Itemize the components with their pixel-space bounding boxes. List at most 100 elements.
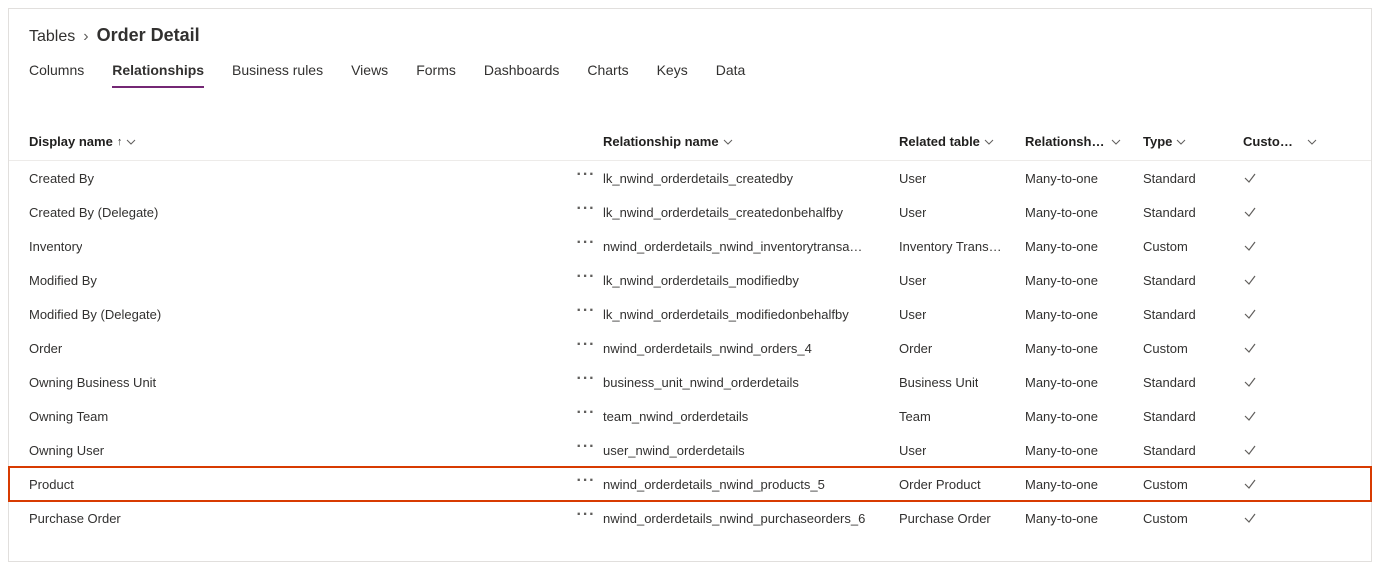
tab-relationships[interactable]: Relationships <box>112 56 204 88</box>
tab-business-rules[interactable]: Business rules <box>232 56 323 88</box>
chevron-down-icon[interactable] <box>126 137 136 147</box>
check-icon <box>1243 205 1257 219</box>
cell-relationship-type: Many-to-one <box>1025 205 1098 220</box>
cell-relationship-name: lk_nwind_orderdetails_createdby <box>603 171 793 186</box>
chevron-down-icon[interactable] <box>1307 137 1317 147</box>
column-header-label: Type <box>1143 134 1172 149</box>
cell-related-table: User <box>899 307 926 322</box>
cell-relationship-name: nwind_orderdetails_nwind_orders_4 <box>603 341 812 356</box>
cell-relationship-name: business_unit_nwind_orderdetails <box>603 375 799 390</box>
column-header-label: Related table <box>899 134 980 149</box>
more-actions-button[interactable]: ··· <box>569 171 603 185</box>
column-header-customizable[interactable]: Custom… <box>1243 134 1351 149</box>
cell-display-name: Product <box>29 477 74 492</box>
cell-display-name: Owning User <box>29 443 104 458</box>
more-actions-button[interactable]: ··· <box>569 477 603 491</box>
cell-type: Standard <box>1143 171 1196 186</box>
check-icon <box>1243 511 1257 525</box>
cell-relationship-name: nwind_orderdetails_nwind_purchaseorders_… <box>603 511 865 526</box>
sort-ascending-icon: ↑ <box>117 136 123 148</box>
table-row[interactable]: Modified By (Delegate)···lk_nwind_orderd… <box>9 297 1371 331</box>
chevron-down-icon[interactable] <box>1176 137 1186 147</box>
cell-display-name: Modified By (Delegate) <box>29 307 161 322</box>
table-row[interactable]: Created By ···lk_nwind_orderdetails_creat… <box>9 161 1371 195</box>
table-row[interactable]: Order···nwind_orderdetails_nwind_orders_… <box>9 331 1371 365</box>
more-actions-button[interactable]: ··· <box>569 409 603 423</box>
cell-related-table: User <box>899 205 926 220</box>
check-icon <box>1243 409 1257 423</box>
cell-type: Standard <box>1143 409 1196 424</box>
cell-relationship-name: lk_nwind_orderdetails_createdonbehalfby <box>603 205 843 220</box>
column-header-label: Relationshi… <box>1025 134 1107 149</box>
column-header-relationship-name[interactable]: Relationship name <box>603 134 899 149</box>
column-header-related-table[interactable]: Related table <box>899 134 1025 149</box>
cell-relationship-name: lk_nwind_orderdetails_modifiedby <box>603 273 799 288</box>
tab-data[interactable]: Data <box>716 56 746 88</box>
chevron-down-icon[interactable] <box>1111 137 1121 147</box>
tab-bar: Columns Relationships Business rules Views F… <box>9 56 1371 89</box>
cell-type: Custom <box>1143 511 1188 526</box>
cell-display-name: Created By <box>29 171 94 186</box>
cell-relationship-type: Many-to-one <box>1025 239 1098 254</box>
check-icon <box>1243 307 1257 321</box>
table-header-row: Display name ↑ Relationship name Related… <box>9 123 1371 161</box>
relationships-table: Display name ↑ Relationship name Related… <box>9 123 1371 535</box>
more-actions-button[interactable]: ··· <box>569 375 603 389</box>
more-actions-button[interactable]: ··· <box>569 239 603 253</box>
tab-dashboards[interactable]: Dashboards <box>484 56 560 88</box>
chevron-right-icon: › <box>83 28 88 46</box>
column-header-relationship-type[interactable]: Relationshi… <box>1025 134 1143 149</box>
table-row[interactable]: Owning User···user_nwind_orderdetailsUse… <box>9 433 1371 467</box>
more-actions-button[interactable]: ··· <box>569 205 603 219</box>
more-actions-button[interactable]: ··· <box>569 307 603 321</box>
cell-relationship-name: team_nwind_orderdetails <box>603 409 748 424</box>
breadcrumb-parent[interactable]: Tables <box>29 28 75 46</box>
cell-display-name: Inventory <box>29 239 82 254</box>
check-icon <box>1243 171 1257 185</box>
tab-forms[interactable]: Forms <box>416 56 456 88</box>
cell-related-table: Purchase Order <box>899 511 991 526</box>
table-row[interactable]: Product ···nwind_orderdetails_nwind_produ… <box>9 467 1371 501</box>
cell-relationship-type: Many-to-one <box>1025 375 1098 390</box>
tab-charts[interactable]: Charts <box>587 56 628 88</box>
cell-relationship-name: nwind_orderdetails_nwind_products_5 <box>603 477 825 492</box>
table-row[interactable]: Purchase Order ···nwind_orderdetails_nwin… <box>9 501 1371 535</box>
tab-columns[interactable]: Columns <box>29 56 84 88</box>
column-header-label: Custom… <box>1243 134 1303 149</box>
table-row[interactable]: Owning Team ···team_nwind_orderdetails Tea… <box>9 399 1371 433</box>
breadcrumb-current: Order Detail <box>97 25 200 46</box>
cell-relationship-type: Many-to-one <box>1025 171 1098 186</box>
cell-type: Custom <box>1143 477 1188 492</box>
cell-related-table: Team <box>899 409 931 424</box>
more-actions-button[interactable]: ··· <box>569 511 603 525</box>
table-row[interactable]: Inventory···nwind_orderdetails_nwind_inv… <box>9 229 1371 263</box>
tab-views[interactable]: Views <box>351 56 388 88</box>
column-header-display-name[interactable]: Display name ↑ <box>29 134 569 149</box>
cell-relationship-name: user_nwind_orderdetails <box>603 443 745 458</box>
cell-relationship-type: Many-to-one <box>1025 307 1098 322</box>
chevron-down-icon[interactable] <box>723 137 733 147</box>
cell-related-table: User <box>899 171 926 186</box>
cell-relationship-type: Many-to-one <box>1025 341 1098 356</box>
tab-keys[interactable]: Keys <box>657 56 688 88</box>
check-icon <box>1243 273 1257 287</box>
cell-relationship-type: Many-to-one <box>1025 409 1098 424</box>
check-icon <box>1243 443 1257 457</box>
column-header-type[interactable]: Type <box>1143 134 1243 149</box>
more-actions-button[interactable]: ··· <box>569 443 603 457</box>
cell-display-name: Owning Team <box>29 409 108 424</box>
cell-relationship-type: Many-to-one <box>1025 273 1098 288</box>
table-row[interactable]: Created By (Delegate)···lk_nwind_orderde… <box>9 195 1371 229</box>
cell-relationship-type: Many-to-one <box>1025 511 1098 526</box>
table-row[interactable]: Modified By ···lk_nwind_orderdetails_modi… <box>9 263 1371 297</box>
cell-type: Standard <box>1143 375 1196 390</box>
cell-display-name: Modified By <box>29 273 97 288</box>
table-row[interactable]: Owning Business Unit···business_unit_nwi… <box>9 365 1371 399</box>
more-actions-button[interactable]: ··· <box>569 341 603 355</box>
more-actions-button[interactable]: ··· <box>569 273 603 287</box>
chevron-down-icon[interactable] <box>984 137 994 147</box>
check-icon <box>1243 239 1257 253</box>
column-header-label: Display name <box>29 134 113 149</box>
cell-type: Standard <box>1143 307 1196 322</box>
cell-type: Standard <box>1143 273 1196 288</box>
